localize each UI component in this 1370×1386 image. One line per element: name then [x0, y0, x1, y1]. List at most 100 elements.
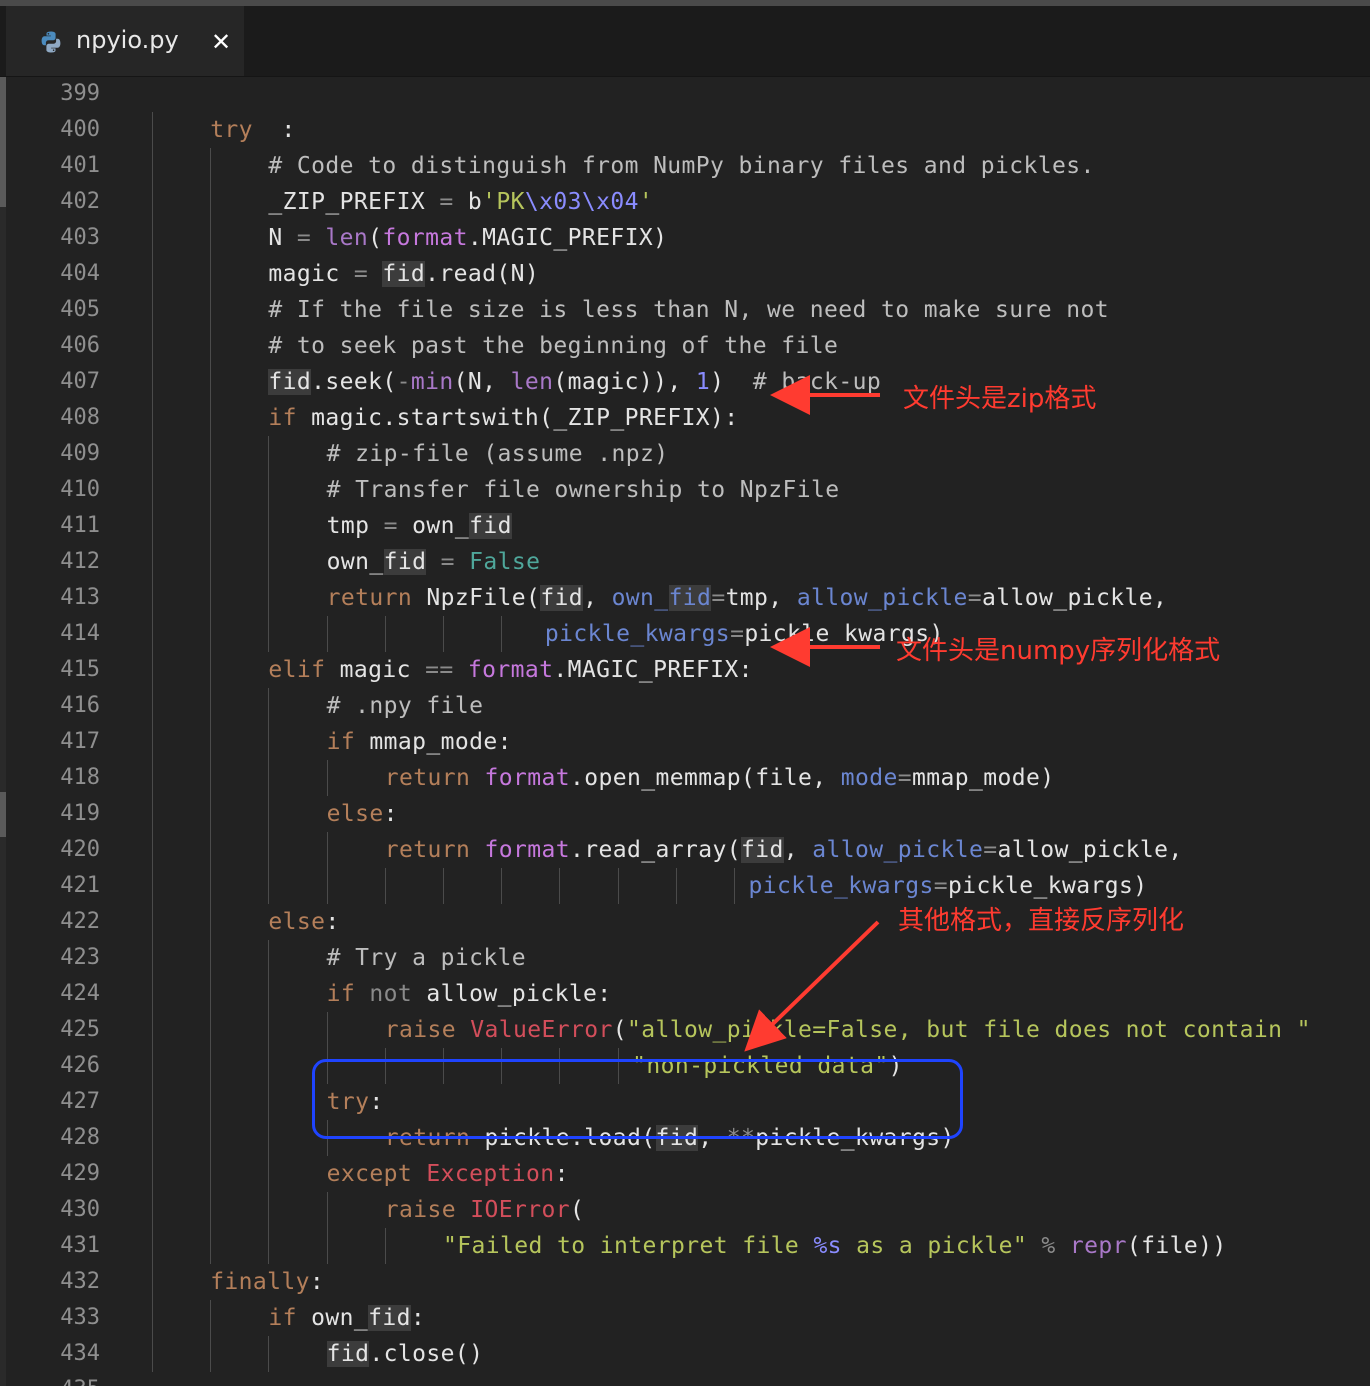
line-number: 410: [60, 477, 100, 502]
line-number: 424: [60, 981, 100, 1006]
indent-guide: [210, 292, 212, 328]
code-line[interactable]: 417 if mmap_mode:: [0, 724, 1370, 760]
code-token: if: [326, 981, 356, 1007]
pickle-load-highlight-box: [312, 1059, 963, 1139]
code-text: # Code to distinguish from NumPy binary …: [268, 153, 1094, 179]
code-text: # If the file size is less than N, we ne…: [268, 297, 1109, 323]
code-token: .read_array(: [570, 837, 741, 863]
code-line[interactable]: 425 raise ValueError("allow_pickle=False,…: [0, 1012, 1370, 1048]
code-line[interactable]: 407 fid.seek(-min(N, len(magic)), 1) # ba…: [0, 364, 1370, 400]
python-icon: [41, 31, 61, 53]
annotation-other: 其他格式，直接反序列化: [898, 906, 1185, 936]
indent-guide: [268, 688, 270, 724]
code-token: =: [296, 225, 312, 251]
indent-guide: [152, 1336, 153, 1372]
indent-guide: [210, 1048, 212, 1084]
code-token: pickle_kwargs): [948, 873, 1148, 899]
line-number: 432: [60, 1269, 100, 1294]
code-text: # zip-file (assume .npz): [327, 441, 669, 467]
code-token: pickle_kwargs: [748, 873, 934, 899]
code-token: not: [369, 981, 413, 1007]
indent-guide: [210, 472, 212, 508]
code-token: .open_memmap(file,: [570, 765, 841, 791]
code-text: if own_fid:: [268, 1305, 425, 1331]
code-line[interactable]: 410 # Transfer file ownership to NpzFile: [0, 472, 1370, 508]
indent-guide: [152, 688, 153, 724]
indent-guide: [268, 1084, 270, 1120]
indent-guide: [268, 1228, 270, 1264]
indent-guide: [326, 616, 328, 652]
code-token: tmp,: [725, 585, 797, 611]
code-token: else: [268, 909, 326, 935]
indent-guide: [152, 544, 153, 580]
code-text: if not allow_pickle:: [327, 981, 612, 1007]
code-line[interactable]: 429 except Exception:: [0, 1156, 1370, 1192]
code-line[interactable]: 424 if not allow_pickle:: [0, 976, 1370, 1012]
code-line[interactable]: 421 pickle_kwargs=pickle_kwargs): [0, 868, 1370, 904]
code-text: return format.read_array(fid, allow_pick…: [385, 837, 1183, 863]
code-text: magic = fid.read(N): [268, 261, 539, 287]
indent-guide: [152, 580, 153, 616]
code-line[interactable]: 402 _ZIP_PREFIX = b'PK\x03\x04': [0, 184, 1370, 220]
code-line[interactable]: 401 # Code to distinguish from NumPy bina…: [0, 148, 1370, 184]
code-token: =: [983, 837, 998, 863]
code-text: # to seek past the beginning of the file: [268, 333, 838, 359]
code-editor[interactable]: 399 400 try : 401 # Code to distinguish from…: [0, 77, 1370, 1386]
code-line[interactable]: 409 # zip-file (assume .npz): [0, 436, 1370, 472]
code-line[interactable]: 411 tmp = own_fid: [0, 508, 1370, 544]
code-line[interactable]: 420 return format.read_array(fid, allow_p…: [0, 832, 1370, 868]
code-token: .MAGIC_PREFIX:: [553, 657, 753, 683]
line-number: 435: [40, 1377, 100, 1386]
code-line[interactable]: 433 if own_fid:: [0, 1300, 1370, 1336]
indent-guide: [152, 148, 153, 184]
code-line[interactable]: 435: [0, 1372, 1370, 1386]
line-number: 405: [60, 297, 100, 322]
code-token: %s: [813, 1233, 842, 1259]
indent-guide: [152, 976, 153, 1012]
code-line[interactable]: 431 "Failed to interpret file %s as a pic…: [0, 1228, 1370, 1264]
code-line[interactable]: 405 # If the file size is less than N, we…: [0, 292, 1370, 328]
code-line[interactable]: 432 finally:: [0, 1264, 1370, 1300]
code-token: :: [309, 1269, 325, 1295]
code-text: return NpzFile(fid, own_fid=tmp, allow_p…: [327, 585, 1168, 611]
code-line[interactable]: 404 magic = fid.read(N): [0, 256, 1370, 292]
tab-npyio[interactable]: npyio.py ✕: [6, 6, 244, 76]
code-line[interactable]: 418 return format.open_memmap(file, mode=…: [0, 760, 1370, 796]
indent-guide: [152, 184, 153, 220]
line-number: 400: [60, 117, 100, 142]
indent-guide: [559, 868, 561, 904]
code-text: pickle_kwargs=pickle_kwargs): [545, 621, 944, 647]
code-token: # Try a pickle: [326, 945, 527, 971]
indent-guide: [268, 760, 270, 796]
code-line[interactable]: 416 # .npy file: [0, 688, 1370, 724]
code-line[interactable]: 419 else:: [0, 796, 1370, 832]
code-line[interactable]: 430 raise IOError(: [0, 1192, 1370, 1228]
line-number: 416: [60, 693, 100, 718]
indent-guide: [210, 652, 212, 688]
indent-guide: [443, 616, 444, 652]
code-line[interactable]: 423 # Try a pickle: [0, 940, 1370, 976]
code-line[interactable]: 406 # to seek past the beginning of the f…: [0, 328, 1370, 364]
code-line[interactable]: 434 fid.close(): [0, 1336, 1370, 1372]
code-line[interactable]: 413 return NpzFile(fid, own_fid=tmp, allo…: [0, 580, 1370, 616]
code-text: N = len(format.MAGIC_PREFIX): [268, 225, 667, 251]
code-text: pickle_kwargs=pickle_kwargs): [749, 873, 1148, 899]
code-line[interactable]: 403 N = len(format.MAGIC_PREFIX): [0, 220, 1370, 256]
code-token: 'PK: [482, 189, 525, 215]
code-line[interactable]: 412 own_fid = False: [0, 544, 1370, 580]
code-line[interactable]: 400 try :: [0, 112, 1370, 148]
code-token: as a pickle": [841, 1233, 1028, 1259]
code-token: except: [326, 1161, 413, 1187]
code-token: elif: [268, 657, 326, 683]
line-number: 408: [60, 405, 100, 430]
close-tab-icon[interactable]: ✕: [211, 28, 231, 56]
indent-guide: [210, 220, 212, 256]
code-token: raise: [384, 1197, 457, 1223]
code-line[interactable]: 399: [0, 77, 1370, 112]
indent-guide: [384, 1228, 386, 1264]
code-line[interactable]: 408 if magic.startswith(_ZIP_PREFIX):: [0, 400, 1370, 436]
